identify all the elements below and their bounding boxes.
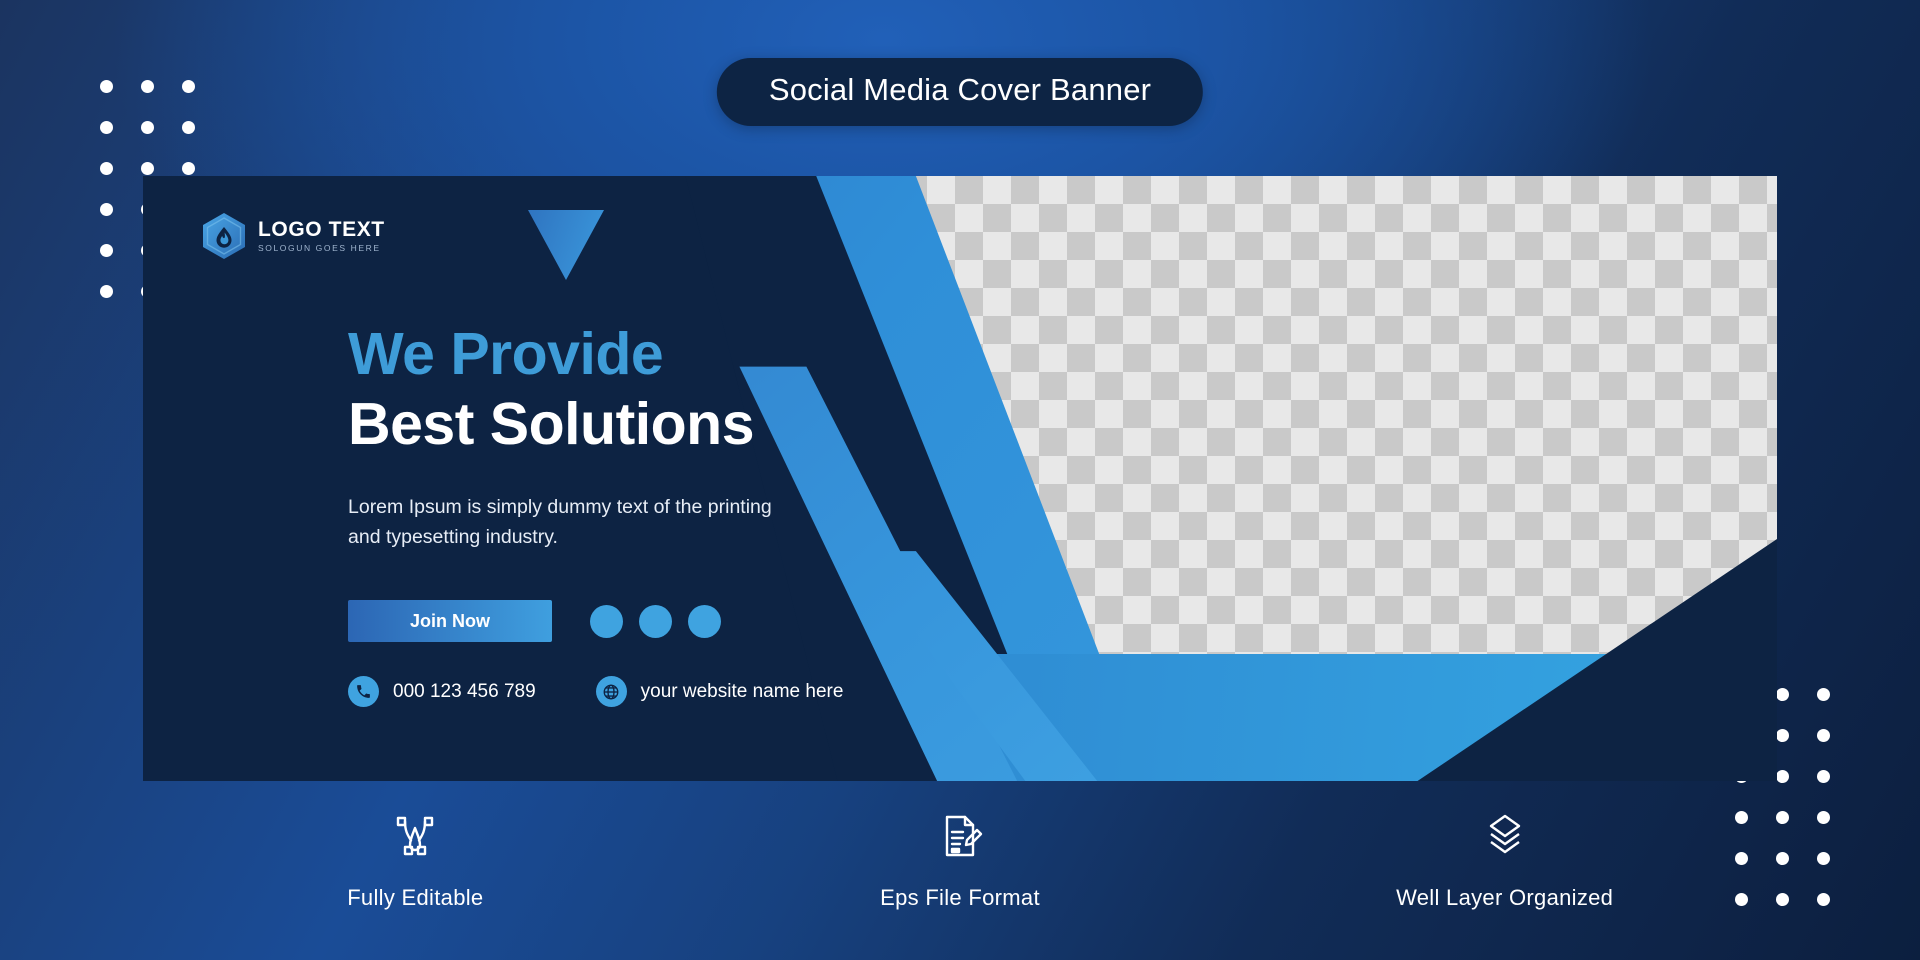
feature-well-layer-organized: Well Layer Organized xyxy=(1355,812,1655,911)
join-now-button[interactable]: Join Now xyxy=(348,600,552,642)
layers-icon xyxy=(1481,812,1529,865)
hexagon-droplet-icon xyxy=(201,212,247,260)
website-contact[interactable]: your website name here xyxy=(595,676,844,707)
pen-tool-icon xyxy=(391,812,439,865)
contact-row: 000 123 456 789 your website name here xyxy=(348,676,843,707)
feature-label: Well Layer Organized xyxy=(1396,885,1614,910)
cta-row: Join Now xyxy=(348,600,721,642)
social-icons-row xyxy=(590,604,721,638)
logo[interactable]: LOGO TEXT SOLOGUN GOES HERE xyxy=(201,212,385,260)
feature-label: Eps File Format xyxy=(880,885,1040,910)
feature-eps-file-format: Eps File Format xyxy=(810,812,1110,911)
feature-fully-editable: Fully Editable xyxy=(265,812,565,911)
logo-name: LOGO TEXT xyxy=(258,218,385,242)
banner-paragraph: Lorem Ipsum is simply dummy text of the … xyxy=(348,495,772,548)
headline-line-two: Best Solutions xyxy=(348,391,755,458)
globe-icon xyxy=(595,676,627,707)
social-icon-1[interactable] xyxy=(590,604,623,638)
page-title: Social Media Cover Banner xyxy=(716,58,1204,126)
social-icon-3[interactable] xyxy=(688,604,721,638)
document-pencil-icon xyxy=(936,812,984,865)
logo-slogan: SOLOGUN GOES HERE xyxy=(258,243,381,254)
headline-block: We Provide Best Solutions Lorem Ipsum is… xyxy=(348,321,868,552)
phone-contact[interactable]: 000 123 456 789 xyxy=(348,676,536,707)
cover-banner: LOGO TEXT SOLOGUN GOES HERE We Provide B… xyxy=(143,176,1777,781)
phone-icon xyxy=(348,676,379,707)
website-name: your website name here xyxy=(640,680,844,702)
feature-row: Fully Editable Eps File Format Well Laye xyxy=(143,812,1777,911)
social-icon-2[interactable] xyxy=(639,604,672,638)
headline-line-one: We Provide xyxy=(348,321,664,387)
phone-number: 000 123 456 789 xyxy=(393,680,536,702)
feature-label: Fully Editable xyxy=(347,885,484,910)
